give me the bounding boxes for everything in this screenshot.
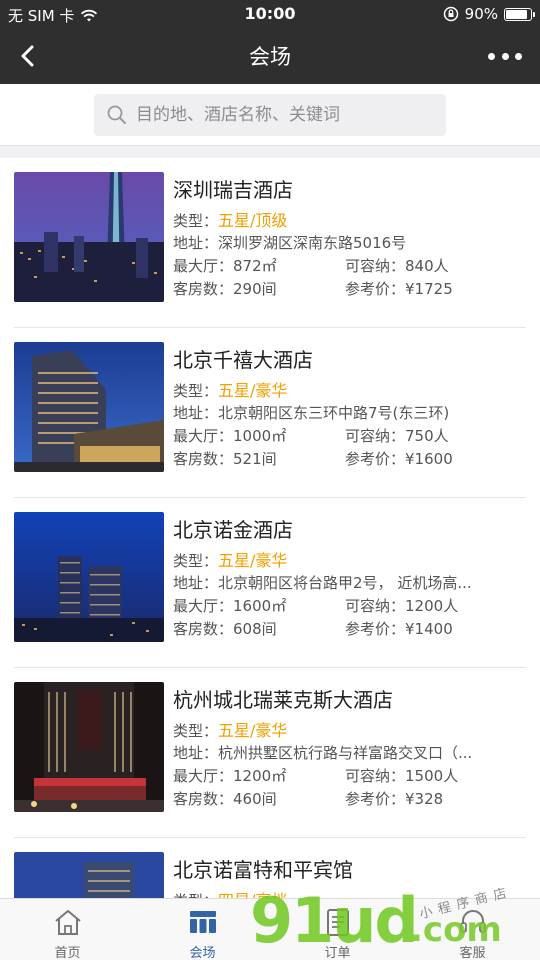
hotel-max-hall: 872㎡ [233,257,277,275]
battery-percent: 90% [464,5,498,23]
hotel-name: 杭州城北瑞莱克斯大酒店 [173,688,393,712]
search-bar [0,84,540,146]
tab-label: 会场 [189,946,216,960]
tab-order[interactable]: 订单 [270,899,405,960]
venue-icon [189,911,216,933]
page-title: 会场 [249,45,291,69]
hotel-item-beijing-millennium[interactable]: 北京千禧大酒店 类型：五星/豪华 地址：北京朝阳区东三环中路7号(东三环) 最大… [0,328,540,498]
hotel-name: 深圳瑞吉酒店 [173,178,293,202]
search-icon [107,105,126,124]
hotel-item-hangzhou-relax[interactable]: 杭州城北瑞莱克斯大酒店 类型：五星/豪华 地址：杭州拱墅区杭行路与祥富路交叉口（… [0,668,540,838]
hotel-capacity: 750人 [405,427,449,445]
more-menu-icon[interactable] [488,46,522,66]
home-icon [54,910,81,935]
hotel-type: 五星/豪华 [218,721,288,740]
hotel-price: ¥328 [405,790,444,808]
hotel-max-hall: 1200㎡ [233,767,287,785]
hotel-type: 四星/高档 [218,891,287,898]
hotel-type: 五星/豪华 [218,381,288,400]
hotel-capacity: 1200人 [405,597,459,615]
hotel-price: ¥1400 [405,620,453,638]
hotel-photo [14,682,164,812]
hotel-item-beijing-novotel-peace[interactable]: 北京诺富特和平宾馆 类型：四星/高档 [0,838,540,898]
hotel-max-hall: 1000㎡ [233,427,287,445]
hotel-price: ¥1725 [405,280,453,298]
hotel-photo [14,512,164,642]
hotel-capacity: 1500人 [405,767,459,785]
search-box[interactable] [94,94,446,136]
tab-label: 首页 [54,946,81,960]
hotel-address: 深圳罗湖区深南东路5016号 [218,234,407,252]
status-bar: 无 SIM 卡 10:00 90% [0,0,540,28]
hotel-address: 杭州拱墅区杭行路与祥富路交叉口（... [218,744,473,762]
nav-bar: 会场 [0,28,540,84]
status-right: 90% [443,5,535,23]
hotel-item-beijing-nuo[interactable]: 北京诺金酒店 类型：五星/豪华 地址：北京朝阳区将台路甲2号， 近机场高... … [0,498,540,668]
tab-bar: 首页 会场 订单 客服 [0,898,540,960]
hotel-photo [14,342,164,472]
hotel-name: 北京千禧大酒店 [173,348,313,372]
tab-service[interactable]: 客服 [405,899,540,960]
hotel-name: 北京诺金酒店 [173,518,293,542]
service-icon [459,910,486,933]
hotel-type: 五星/顶级 [218,211,288,230]
tab-label: 客服 [459,946,486,960]
hotel-price: ¥1600 [405,450,453,468]
hotel-item-shenzhen-st-regis[interactable]: 深圳瑞吉酒店 类型：五星/顶级 地址：深圳罗湖区深南东路5016号 最大厅：87… [0,158,540,328]
battery-fill [506,9,527,19]
hotel-name: 北京诺富特和平宾馆 [173,858,353,882]
hotel-address: 北京朝阳区东三环中路7号(东三环) [218,404,450,422]
hotel-rooms: 608间 [233,620,277,638]
order-icon [326,909,349,936]
hotel-photo [14,172,164,302]
hotel-rooms: 290间 [233,280,277,298]
hotel-rooms: 460间 [233,790,277,808]
tab-venue[interactable]: 会场 [135,899,270,960]
tab-label: 订单 [324,946,351,960]
search-input[interactable] [136,105,426,125]
orientation-lock-icon [443,6,458,22]
hotel-photo [14,852,164,898]
hotel-address: 北京朝阳区将台路甲2号， 近机场高... [218,574,472,592]
hotel-rooms: 521间 [233,450,277,468]
hotel-max-hall: 1600㎡ [233,597,287,615]
hotel-type: 五星/豪华 [218,551,288,570]
battery-icon [504,7,535,21]
hotel-capacity: 840人 [405,257,449,275]
hotel-list: 深圳瑞吉酒店 类型：五星/顶级 地址：深圳罗湖区深南东路5016号 最大厅：87… [0,158,540,898]
tab-home[interactable]: 首页 [0,899,135,960]
